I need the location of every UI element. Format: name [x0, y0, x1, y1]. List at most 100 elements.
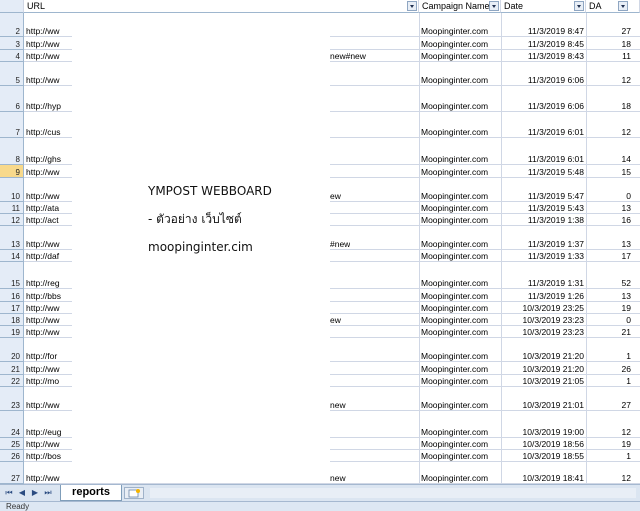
- campaign-cell[interactable]: Moopinginter.com: [421, 278, 501, 288]
- da-cell[interactable]: 26: [586, 364, 631, 374]
- date-cell[interactable]: 11/3/2019 8:47: [501, 26, 584, 36]
- date-cell[interactable]: 10/3/2019 21:01: [501, 400, 584, 410]
- row-header[interactable]: 15: [0, 262, 24, 289]
- date-cell[interactable]: 11/3/2019 6:06: [501, 75, 584, 85]
- date-cell[interactable]: 11/3/2019 5:48: [501, 167, 584, 177]
- da-cell[interactable]: 12: [586, 127, 631, 137]
- da-cell[interactable]: 16: [586, 215, 631, 225]
- row-header[interactable]: 24: [0, 411, 24, 438]
- row-header[interactable]: 11: [0, 202, 24, 214]
- campaign-cell[interactable]: Moopinginter.com: [421, 351, 501, 361]
- da-cell[interactable]: 52: [586, 278, 631, 288]
- column-header-url[interactable]: URL: [24, 0, 419, 13]
- campaign-cell[interactable]: Moopinginter.com: [421, 291, 501, 301]
- campaign-cell[interactable]: Moopinginter.com: [421, 473, 501, 483]
- da-cell[interactable]: 12: [586, 427, 631, 437]
- date-cell[interactable]: 11/3/2019 1:37: [501, 239, 584, 249]
- sheet-tab-reports[interactable]: reports: [60, 485, 122, 501]
- date-cell[interactable]: 10/3/2019 18:41: [501, 473, 584, 483]
- date-cell[interactable]: 10/3/2019 23:23: [501, 315, 584, 325]
- campaign-cell[interactable]: Moopinginter.com: [421, 127, 501, 137]
- campaign-cell[interactable]: Moopinginter.com: [421, 327, 501, 337]
- campaign-cell[interactable]: Moopinginter.com: [421, 364, 501, 374]
- filter-dropdown-icon[interactable]: [407, 1, 417, 11]
- da-cell[interactable]: 0: [586, 191, 631, 201]
- insert-sheet-icon[interactable]: [124, 487, 144, 499]
- column-header-campaign[interactable]: Campaign Name: [419, 0, 501, 13]
- campaign-cell[interactable]: Moopinginter.com: [421, 315, 501, 325]
- row-header[interactable]: 4: [0, 50, 24, 62]
- row-header[interactable]: 2: [0, 13, 24, 37]
- corner-cell[interactable]: [0, 0, 24, 13]
- date-cell[interactable]: 10/3/2019 21:05: [501, 376, 584, 386]
- row-header[interactable]: 19: [0, 326, 24, 338]
- campaign-cell[interactable]: Moopinginter.com: [421, 427, 501, 437]
- da-cell[interactable]: 15: [586, 167, 631, 177]
- da-cell[interactable]: 19: [586, 439, 631, 449]
- row-header[interactable]: 6: [0, 86, 24, 112]
- date-cell[interactable]: 11/3/2019 6:01: [501, 154, 584, 164]
- da-cell[interactable]: 0: [586, 315, 631, 325]
- campaign-cell[interactable]: Moopinginter.com: [421, 167, 501, 177]
- da-cell[interactable]: 21: [586, 327, 631, 337]
- da-cell[interactable]: 14: [586, 154, 631, 164]
- date-cell[interactable]: 11/3/2019 1:31: [501, 278, 584, 288]
- campaign-cell[interactable]: Moopinginter.com: [421, 215, 501, 225]
- campaign-cell[interactable]: Moopinginter.com: [421, 191, 501, 201]
- date-cell[interactable]: 10/3/2019 18:55: [501, 451, 584, 461]
- campaign-cell[interactable]: Moopinginter.com: [421, 400, 501, 410]
- first-sheet-icon[interactable]: ⏮: [4, 488, 14, 498]
- row-header[interactable]: 14: [0, 250, 24, 262]
- row-header[interactable]: 7: [0, 112, 24, 138]
- row-header[interactable]: 10: [0, 178, 24, 202]
- row-header[interactable]: 3: [0, 37, 24, 50]
- date-cell[interactable]: 10/3/2019 21:20: [501, 364, 584, 374]
- date-cell[interactable]: 11/3/2019 1:26: [501, 291, 584, 301]
- horizontal-scrollbar[interactable]: [150, 488, 636, 498]
- da-cell[interactable]: 27: [586, 26, 631, 36]
- row-header[interactable]: 20: [0, 338, 24, 362]
- da-cell[interactable]: 1: [586, 451, 631, 461]
- date-cell[interactable]: 11/3/2019 1:38: [501, 215, 584, 225]
- date-cell[interactable]: 11/3/2019 5:47: [501, 191, 584, 201]
- date-cell[interactable]: 11/3/2019 8:43: [501, 51, 584, 61]
- column-header-da[interactable]: DA: [586, 0, 640, 13]
- row-header[interactable]: 25: [0, 438, 24, 450]
- campaign-cell[interactable]: Moopinginter.com: [421, 439, 501, 449]
- row-header[interactable]: 27: [0, 462, 24, 484]
- row-header[interactable]: 13: [0, 226, 24, 250]
- row-header[interactable]: 17: [0, 302, 24, 314]
- row-header[interactable]: 5: [0, 62, 24, 86]
- campaign-cell[interactable]: Moopinginter.com: [421, 101, 501, 111]
- da-cell[interactable]: 1: [586, 376, 631, 386]
- da-cell[interactable]: 18: [586, 39, 631, 49]
- filter-dropdown-icon[interactable]: [574, 1, 584, 11]
- row-header[interactable]: 8: [0, 138, 24, 165]
- date-cell[interactable]: 10/3/2019 18:56: [501, 439, 584, 449]
- column-header-date[interactable]: Date: [501, 0, 586, 13]
- filter-dropdown-icon[interactable]: [489, 1, 499, 11]
- date-cell[interactable]: 10/3/2019 19:00: [501, 427, 584, 437]
- da-cell[interactable]: 13: [586, 291, 631, 301]
- date-cell[interactable]: 10/3/2019 23:23: [501, 327, 584, 337]
- campaign-cell[interactable]: Moopinginter.com: [421, 376, 501, 386]
- row-header[interactable]: 12: [0, 214, 24, 226]
- campaign-cell[interactable]: Moopinginter.com: [421, 154, 501, 164]
- date-cell[interactable]: 11/3/2019 1:33: [501, 251, 584, 261]
- row-header[interactable]: 18: [0, 314, 24, 326]
- row-header[interactable]: 26: [0, 450, 24, 462]
- row-header[interactable]: 9: [0, 165, 24, 178]
- da-cell[interactable]: 19: [586, 303, 631, 313]
- campaign-cell[interactable]: Moopinginter.com: [421, 39, 501, 49]
- row-header[interactable]: 23: [0, 387, 24, 411]
- da-cell[interactable]: 12: [586, 473, 631, 483]
- da-cell[interactable]: 11: [586, 51, 631, 61]
- da-cell[interactable]: 27: [586, 400, 631, 410]
- campaign-cell[interactable]: Moopinginter.com: [421, 26, 501, 36]
- row-header[interactable]: 22: [0, 375, 24, 387]
- campaign-cell[interactable]: Moopinginter.com: [421, 51, 501, 61]
- spreadsheet-grid[interactable]: URL Campaign Name Date DA 2 http://ww Moop…: [0, 0, 640, 484]
- campaign-cell[interactable]: Moopinginter.com: [421, 251, 501, 261]
- date-cell[interactable]: 11/3/2019 6:06: [501, 101, 584, 111]
- filter-dropdown-icon[interactable]: [618, 1, 628, 11]
